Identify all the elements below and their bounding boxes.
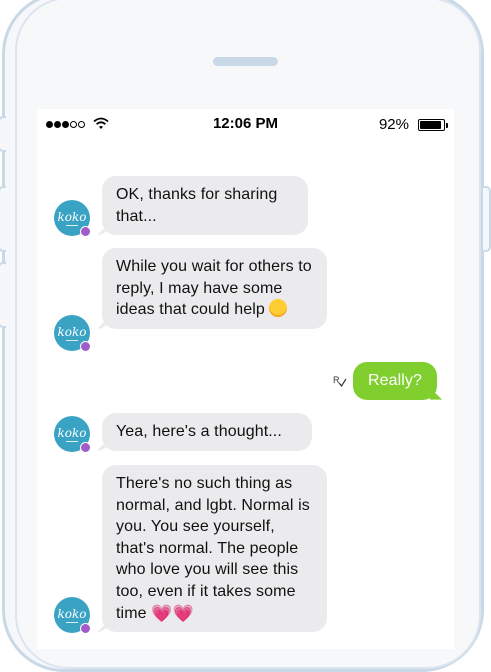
heart-emoji-icon: 💗 (151, 603, 173, 623)
smile-emoji-icon (269, 299, 288, 318)
read-receipt-icon: R (333, 374, 347, 391)
battery-percentage: 92% (378, 116, 409, 133)
avatar-badge-icon (80, 442, 91, 453)
avatar-logo-text: koko (57, 607, 87, 621)
battery-tip (446, 123, 448, 128)
avatar-logo-text: koko (57, 210, 87, 224)
avatar-badge-icon (80, 226, 91, 237)
battery-icon (418, 119, 445, 131)
message-bubble-user[interactable]: Really? (353, 362, 437, 400)
avatar-logo-text: koko (57, 325, 87, 339)
avatar-logo-text: koko (57, 426, 87, 440)
bot-avatar[interactable]: koko (54, 315, 91, 352)
message-bubble-bot[interactable]: OK, thanks for sharing that... (102, 176, 308, 236)
bot-avatar[interactable]: koko (54, 416, 91, 453)
avatar-badge-icon (80, 341, 91, 352)
mute-switch (0, 116, 6, 152)
earpiece-speaker (213, 57, 278, 66)
volume-up-button (0, 186, 6, 252)
message-bubble-bot[interactable]: Yea, here's a thought... (102, 413, 312, 451)
chat-screen: 12:06 PM 92% koko OK, thanks for sharing… (37, 109, 454, 649)
message-text: Really? (367, 372, 423, 389)
power-button (483, 186, 491, 252)
message-bubble-bot[interactable]: There's no such thing as normal, and lgb… (102, 465, 327, 633)
bot-avatar[interactable]: koko (54, 597, 91, 634)
message-text: There's no such thing as normal, and lgb… (116, 475, 310, 622)
status-bar: 12:06 PM 92% (37, 109, 454, 141)
message-text: OK, thanks for sharing that... (116, 186, 278, 225)
avatar-badge-icon (80, 623, 91, 634)
volume-down-button (0, 262, 6, 328)
heart-emoji-icon: 💗 (172, 603, 194, 623)
bot-avatar[interactable]: koko (54, 200, 91, 237)
message-bubble-bot[interactable]: While you wait for others to reply, I ma… (102, 248, 327, 329)
message-text: Yea, here's a thought... (116, 423, 282, 440)
